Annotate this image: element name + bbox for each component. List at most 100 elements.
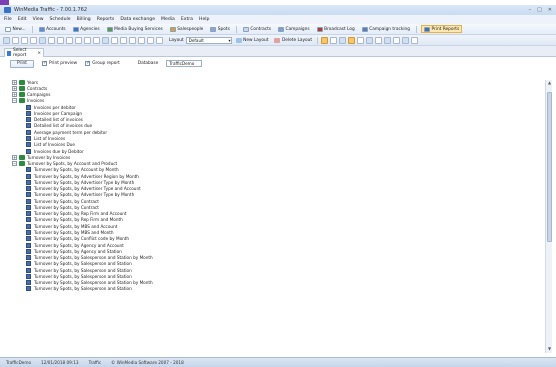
menu-media[interactable]: Media <box>161 17 175 22</box>
tree-item-label: Turnover by Spots, by Agency and Account <box>34 242 124 248</box>
vertical-scrollbar[interactable]: ▲ ▼ <box>545 80 552 353</box>
menu-data-exchange[interactable]: Data exchange <box>120 17 155 22</box>
settings-icon[interactable] <box>411 36 419 44</box>
salespeople-button[interactable]: Salespeople <box>168 25 206 33</box>
menu-billing[interactable]: Billing <box>77 17 91 22</box>
report-icon <box>26 173 31 179</box>
tree-item-label: Turnover by Invoices <box>27 154 71 160</box>
window-icon[interactable] <box>339 36 347 44</box>
collapse-icon[interactable] <box>156 36 163 44</box>
campaign-tracking-button[interactable]: Campaign tracking <box>360 25 412 33</box>
accounts-label: Accounts <box>46 26 66 32</box>
menu-file[interactable]: File <box>4 17 12 22</box>
expand-icon[interactable]: + <box>12 79 17 85</box>
new-layout-button[interactable]: New Layout <box>234 36 271 44</box>
report-icon <box>26 142 31 148</box>
undo-icon[interactable] <box>75 36 82 44</box>
star-icon[interactable] <box>348 36 356 44</box>
rows-icon[interactable] <box>120 36 127 44</box>
report-icon <box>26 223 31 229</box>
group-icon[interactable] <box>129 36 136 44</box>
menu-view[interactable]: View <box>33 17 44 22</box>
print-reports-button[interactable]: Print Reports <box>420 25 463 33</box>
menu-schedule[interactable]: Schedule <box>50 17 71 22</box>
agencies-button[interactable]: Agencies <box>71 25 102 33</box>
print-reports-icon <box>423 26 430 32</box>
tree-item-label: Turnover by Spots, by Salesperson and St… <box>34 261 132 267</box>
scroll-up-icon[interactable]: ▲ <box>546 80 553 87</box>
scroll-down-icon[interactable]: ▼ <box>546 346 553 353</box>
calendar-icon[interactable] <box>384 36 392 44</box>
spots-button[interactable]: Spots <box>208 25 232 33</box>
clock-icon[interactable] <box>393 36 401 44</box>
lock-icon[interactable] <box>321 36 329 44</box>
tree-report-item[interactable]: Turnover by Spots, by Salesperson and St… <box>12 286 537 292</box>
close-icon[interactable]: ✕ <box>548 7 552 13</box>
expand-icon[interactable]: + <box>12 92 17 98</box>
contracts-button[interactable]: Contracts <box>241 25 273 33</box>
folder-icon <box>19 98 25 104</box>
tree-item-label: Turnover by Spots, by Rep Firm and Accou… <box>34 211 127 217</box>
tree-item-label: Invoices per Campaign <box>34 110 83 116</box>
copy-icon[interactable] <box>48 36 55 44</box>
tree-item-label: Turnover by Spots, by Agency and Station <box>34 248 122 254</box>
print-preview-checkbox[interactable]: Print preview <box>42 60 77 66</box>
report-icon <box>26 267 31 273</box>
columns-icon[interactable] <box>111 36 118 44</box>
sort-asc-icon[interactable] <box>21 36 28 44</box>
filter-icon[interactable] <box>12 36 19 44</box>
print-button[interactable]: Print <box>10 59 34 68</box>
export-icon[interactable] <box>39 36 46 44</box>
report-icon <box>26 204 31 210</box>
collapse-icon[interactable]: − <box>12 161 17 167</box>
report-icon <box>26 261 31 267</box>
group-report-checkbox[interactable]: Group report <box>85 60 120 66</box>
find-icon[interactable] <box>93 36 100 44</box>
menu-help[interactable]: Help <box>199 17 209 22</box>
tree-item-label: Campaigns <box>27 92 51 98</box>
new-layout-label: New Layout <box>243 37 269 43</box>
broadcast-log-button[interactable]: Broadcast Log <box>315 25 357 33</box>
refresh-icon[interactable] <box>102 36 109 44</box>
bookmark-icon[interactable] <box>357 36 365 44</box>
maximize-icon[interactable]: □ <box>537 7 542 13</box>
new-button[interactable]: New... <box>3 25 28 33</box>
pin-icon[interactable] <box>330 36 338 44</box>
menu-edit[interactable]: Edit <box>18 17 27 22</box>
tree-item-label: Average payment term per debitor <box>34 129 108 135</box>
tree-item-label: Turnover by Spots, by Advertiser Region … <box>34 173 139 179</box>
chart-icon[interactable] <box>366 36 374 44</box>
minimize-icon[interactable]: – <box>529 7 532 13</box>
tree-item-label: Contracts <box>27 85 48 91</box>
close-tab-icon[interactable]: × <box>37 51 41 56</box>
expand-icon[interactable]: + <box>12 85 17 91</box>
database-field[interactable]: TrafficDemo <box>166 60 203 67</box>
accounts-button[interactable]: Accounts <box>37 25 68 33</box>
redo-icon[interactable] <box>84 36 91 44</box>
tree-item-label: Turnover by Spots, by Contract <box>34 204 99 210</box>
users-icon[interactable] <box>402 36 410 44</box>
tab-select-report[interactable]: Select report × <box>4 48 44 58</box>
collapse-icon[interactable]: − <box>12 98 17 104</box>
cut-icon[interactable] <box>66 36 73 44</box>
sort-desc-icon[interactable] <box>30 36 37 44</box>
campaigns-button[interactable]: Campaigns <box>276 25 312 33</box>
grid-icon[interactable] <box>3 36 10 44</box>
scroll-thumb[interactable] <box>547 92 552 242</box>
menu-extra[interactable]: Extra <box>181 17 193 22</box>
report-icon <box>26 192 31 198</box>
menu-reports[interactable]: Reports <box>97 17 115 22</box>
paste-icon[interactable] <box>57 36 64 44</box>
status-datetime: 12/01/2018 09:13 <box>41 360 79 365</box>
table-icon[interactable] <box>375 36 383 44</box>
separator <box>235 25 237 33</box>
separator <box>415 25 417 33</box>
expand-icon[interactable]: + <box>12 154 17 160</box>
expand-icon[interactable] <box>147 36 154 44</box>
tree-item-label: List of Invoices <box>34 136 66 142</box>
layout-select[interactable]: Default ▾ <box>185 36 232 44</box>
delete-layout-button[interactable]: Delete Layout <box>272 36 314 44</box>
ungroup-icon[interactable] <box>138 36 145 44</box>
media-buying-button[interactable]: Media Buying Services <box>105 25 165 33</box>
report-icon <box>26 129 31 135</box>
